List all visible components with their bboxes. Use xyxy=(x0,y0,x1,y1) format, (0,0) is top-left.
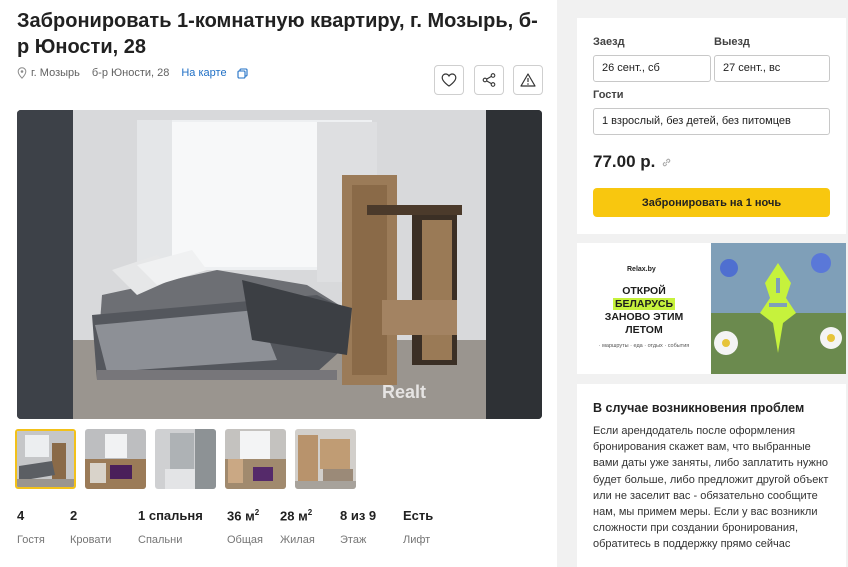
map-link[interactable]: На карте xyxy=(181,67,226,79)
thumbnail-strip xyxy=(15,429,356,489)
checkin-label: Заезд xyxy=(593,36,625,48)
thumbnail-5[interactable] xyxy=(295,429,356,489)
favorite-button[interactable] xyxy=(434,65,464,95)
thumbnail-2[interactable] xyxy=(85,429,146,489)
stat-value: 1 спальня xyxy=(138,508,203,523)
report-button[interactable] xyxy=(513,65,543,95)
ad-banner[interactable]: Relax.by ОТКРОЙ БЕЛАРУСЬ ЗАНОВО ЭТИМ ЛЕТ… xyxy=(577,243,846,374)
help-card: В случае возникновения проблем Если арен… xyxy=(577,384,846,567)
location-pin-icon xyxy=(17,67,27,79)
checkout-label: Выезд xyxy=(714,36,750,48)
ad-text-panel: Relax.by ОТКРОЙ БЕЛАРУСЬ ЗАНОВО ЭТИМ ЛЕТ… xyxy=(577,243,711,374)
ad-flower-image xyxy=(711,243,846,374)
thumbnail-3[interactable] xyxy=(155,429,216,489)
stat-beds: 2 Кровати xyxy=(70,508,138,546)
stat-label: Кровати xyxy=(70,534,112,546)
ad-brand-logo: Relax.by xyxy=(627,266,656,273)
stat-total-area: 36 м2 Общая xyxy=(227,508,280,546)
price: 77.00 р. xyxy=(593,152,672,172)
link-icon[interactable] xyxy=(661,157,672,168)
stat-value: 2 xyxy=(70,508,78,523)
share-button[interactable] xyxy=(474,65,504,95)
thumbnail-1[interactable] xyxy=(15,429,76,489)
checkin-field[interactable]: 26 сент., сб xyxy=(593,55,711,82)
stat-elevator: Есть Лифт xyxy=(403,508,453,546)
price-value: 77.00 р. xyxy=(593,152,656,171)
main-photo[interactable]: Realt xyxy=(17,110,542,419)
stat-value: Есть xyxy=(403,508,434,523)
apartment-photo: Realt xyxy=(17,110,542,419)
share-icon xyxy=(482,73,496,87)
stat-value: 36 м2 xyxy=(227,508,260,524)
warning-icon xyxy=(520,73,536,87)
thumbnail-4[interactable] xyxy=(225,429,286,489)
stat-value: 4 xyxy=(17,508,25,523)
address-street: б-р Юности, 28 xyxy=(91,67,170,79)
guests-field[interactable]: 1 взрослый, без детей, без питомцев xyxy=(593,108,830,135)
book-button[interactable]: Забронировать на 1 ночь xyxy=(593,188,830,217)
stat-label: Гостя xyxy=(17,534,45,546)
ad-line-1: ОТКРОЙ xyxy=(622,285,666,297)
address-row: г. Мозырь б-р Юности, 28 На карте xyxy=(17,67,248,79)
guests-label: Гости xyxy=(593,89,624,101)
ad-line-2: БЕЛАРУСЬ xyxy=(612,298,676,310)
stats-row: 4 Гостя 2 Кровати 1 спальня Спальни 36 м… xyxy=(17,508,453,546)
help-text: Если арендодатель после оформления брони… xyxy=(593,425,829,551)
stat-guests: 4 Гостя xyxy=(17,508,70,546)
stat-label: Этаж xyxy=(340,534,367,546)
stat-floor: 8 из 9 Этаж xyxy=(340,508,403,546)
ad-subtitle: · маршруты · еда · отдых · события xyxy=(598,343,690,349)
stat-value: 28 м2 xyxy=(280,508,313,524)
page-title: Забронировать 1-комнатную квартиру, г. М… xyxy=(17,10,538,58)
stat-label: Спальни xyxy=(138,534,183,546)
address-city: г. Мозырь xyxy=(31,67,80,79)
ad-line-3: ЗАНОВО ЭТИМ xyxy=(604,311,684,323)
stat-label: Лифт xyxy=(403,534,431,546)
stat-label: Общая xyxy=(227,534,263,546)
help-title: В случае возникновения проблем xyxy=(593,401,805,415)
stat-value: 8 из 9 xyxy=(340,508,377,523)
watermark: Realt xyxy=(382,382,426,402)
checkout-field[interactable]: 27 сент., вс xyxy=(714,55,830,82)
stat-label: Жилая xyxy=(280,534,315,546)
stat-living-area: 28 м2 Жилая xyxy=(280,508,340,546)
booking-card: Заезд Выезд 26 сент., сб 27 сент., вс Го… xyxy=(577,18,846,234)
heart-icon xyxy=(441,73,457,87)
ad-line-4: ЛЕТОМ xyxy=(625,324,663,336)
copy-icon[interactable] xyxy=(237,67,248,79)
listing-card: Забронировать 1-комнатную квартиру, г. М… xyxy=(0,0,557,567)
stat-bedrooms: 1 спальня Спальни xyxy=(138,508,227,546)
